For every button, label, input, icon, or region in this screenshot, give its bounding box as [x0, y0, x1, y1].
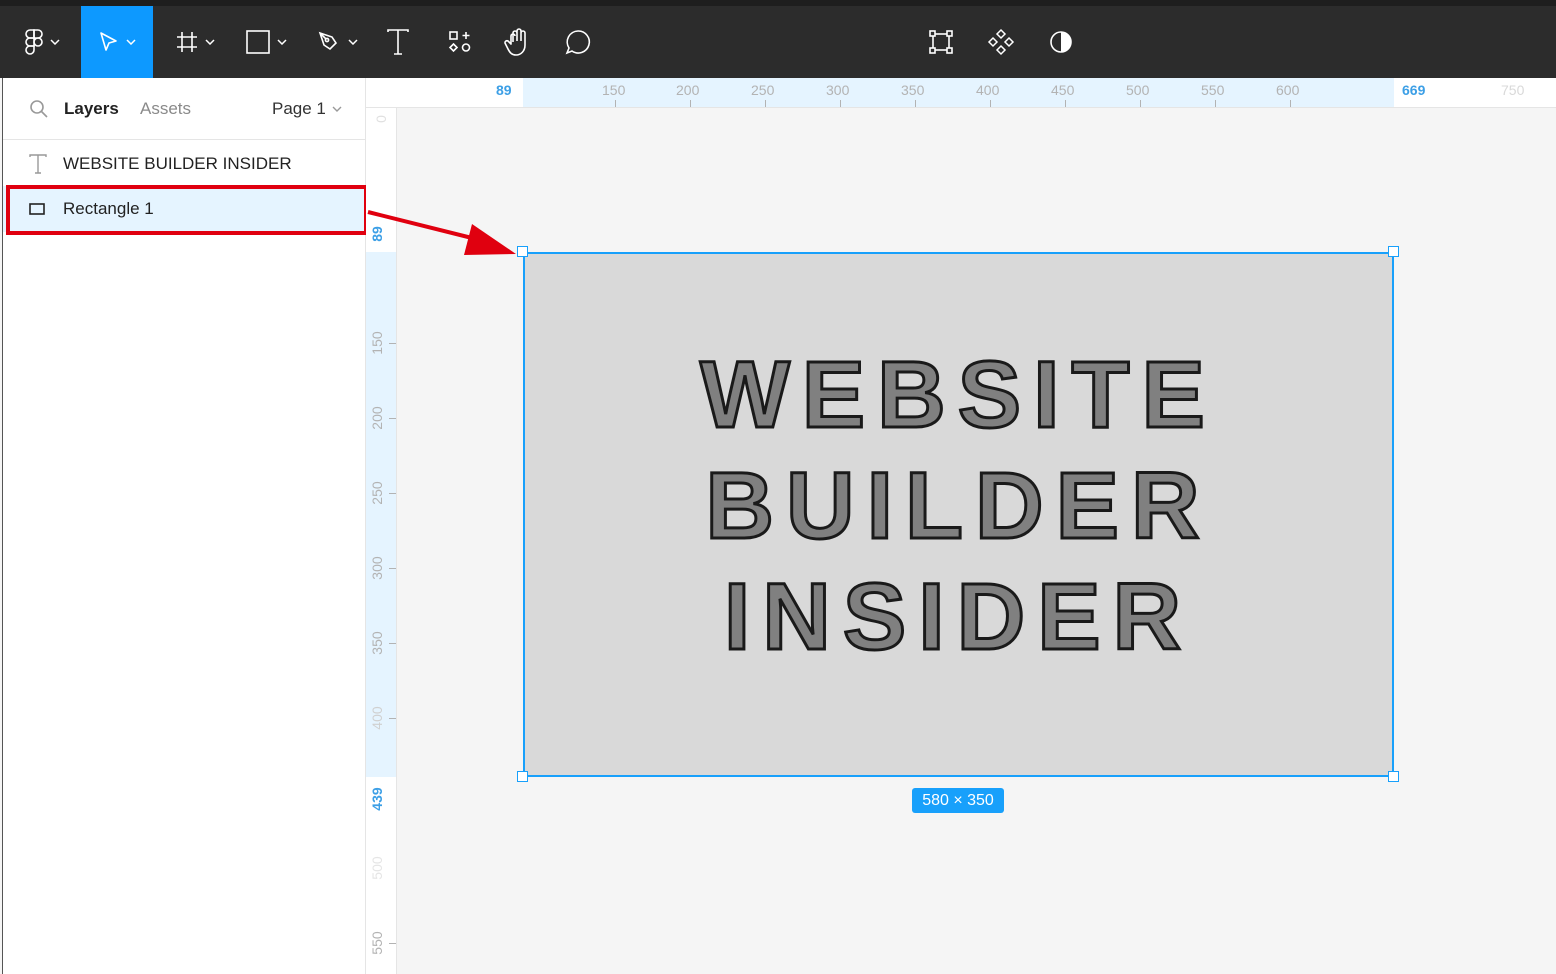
ruler-tick-mark	[1215, 100, 1216, 107]
resize-handle-bottom-right[interactable]	[1388, 771, 1399, 782]
comment-icon	[565, 30, 591, 55]
ruler-tick: 300	[826, 82, 850, 98]
chevron-down-icon	[332, 106, 342, 112]
contrast-icon	[1050, 31, 1072, 53]
ruler-tick: 500	[369, 856, 385, 880]
text-layer-icon	[29, 154, 47, 174]
ruler-tick: 250	[751, 82, 775, 98]
ruler-tick: 350	[369, 631, 385, 655]
text-tool-button[interactable]	[378, 6, 418, 78]
ruler-tick: 500	[1126, 82, 1150, 98]
panel-header: Layers Assets Page 1	[3, 78, 366, 140]
ruler-tick: 300	[369, 556, 385, 580]
chevron-down-icon	[205, 39, 215, 45]
ruler-tick: 400	[369, 706, 385, 730]
resources-tool-button[interactable]	[440, 6, 480, 78]
ruler-tick-mark	[615, 100, 616, 107]
component-button[interactable]	[982, 6, 1020, 78]
ruler-tick: 350	[901, 82, 925, 98]
ruler-tick-mark	[389, 418, 396, 419]
resize-handle-bottom-left[interactable]	[517, 771, 528, 782]
ruler-tick-mark	[690, 100, 691, 107]
chevron-down-icon	[277, 39, 287, 45]
ruler-tick: 600	[1276, 82, 1300, 98]
resources-icon	[448, 31, 471, 53]
component-icon	[987, 28, 1015, 56]
comment-tool-button[interactable]	[558, 6, 598, 78]
transform-icon	[929, 30, 953, 54]
ruler-tick-mark	[1065, 100, 1066, 107]
annotation-highlight-box	[6, 185, 368, 235]
shape-tool-button[interactable]	[236, 6, 296, 78]
page-selector-label: Page 1	[272, 99, 326, 118]
search-icon[interactable]	[29, 99, 49, 119]
ruler-tick: 150	[369, 331, 385, 355]
text-icon	[387, 29, 409, 55]
ruler-tick: 200	[676, 82, 700, 98]
pen-tool-button[interactable]	[308, 6, 366, 78]
figma-app: Layers Assets Page 1 WEBSITE BUILDER INS…	[0, 0, 1556, 974]
ruler-tick: 200	[369, 406, 385, 430]
chevron-down-icon	[126, 39, 136, 45]
chevron-down-icon	[50, 39, 60, 45]
rectangle-icon	[246, 30, 270, 54]
horizontal-ruler: 89 150 200 250 300 350 400 450 500 550 6…	[366, 78, 1556, 108]
ruler-tick-mark	[1140, 100, 1141, 107]
text-line: WEBSITE	[699, 341, 1217, 450]
move-tool-button[interactable]	[81, 6, 153, 78]
ruler-selection-range	[523, 78, 1394, 107]
ruler-tick-mark	[765, 100, 766, 107]
ruler-tick: 550	[369, 931, 385, 955]
ruler-tick: 400	[976, 82, 1000, 98]
ruler-start-label: 89	[496, 82, 512, 98]
tab-assets[interactable]: Assets	[140, 99, 191, 119]
ruler-tick-mark	[840, 100, 841, 107]
layer-label: WEBSITE BUILDER INSIDER	[63, 154, 292, 173]
ruler-tick-mark	[389, 343, 396, 344]
frame-tool-button[interactable]	[166, 6, 224, 78]
ruler-tick-mark	[389, 493, 396, 494]
ruler-tick-mark	[389, 943, 396, 944]
text-line: BUILDER	[704, 452, 1212, 561]
resize-handle-top-right[interactable]	[1388, 246, 1399, 257]
ruler-tick: 150	[602, 82, 626, 98]
ruler-tick: 450	[1051, 82, 1075, 98]
contrast-button[interactable]	[1042, 6, 1080, 78]
ruler-tick-mark	[990, 100, 991, 107]
move-arrow-icon	[100, 32, 117, 51]
tab-layers[interactable]: Layers	[64, 99, 119, 119]
page-selector[interactable]: Page 1	[272, 99, 342, 119]
ruler-tick: 250	[369, 481, 385, 505]
text-line: INSIDER	[722, 563, 1194, 672]
dimension-badge: 580 × 350	[912, 788, 1004, 813]
main-menu-button[interactable]	[10, 6, 74, 78]
ruler-tick: 750	[1501, 82, 1525, 98]
hand-icon	[504, 28, 526, 56]
chevron-down-icon	[348, 39, 358, 45]
ruler-end-label: 669	[1402, 82, 1426, 98]
annotation-arrow-icon	[367, 210, 516, 255]
frame-hash-icon	[177, 32, 197, 52]
hand-tool-button[interactable]	[498, 6, 538, 78]
ruler-tick: 550	[1201, 82, 1225, 98]
ruler-tick-mark	[389, 718, 396, 719]
ruler-end-label: 439	[369, 787, 385, 811]
ruler-tick-mark	[389, 643, 396, 644]
ruler-tick-mark	[915, 100, 916, 107]
figma-logo-icon	[25, 29, 43, 55]
website-builder-insider-text[interactable]: WEBSITE BUILDER INSIDER	[523, 340, 1394, 673]
layers-panel: Layers Assets Page 1 WEBSITE BUILDER INS…	[2, 78, 368, 974]
ruler-tick-mark	[1290, 100, 1291, 107]
ruler-tick: 0	[373, 115, 389, 123]
top-toolbar	[0, 0, 1556, 78]
layer-row-text[interactable]: WEBSITE BUILDER INSIDER	[3, 141, 366, 187]
pen-icon	[318, 31, 338, 51]
transform-button[interactable]	[922, 6, 960, 78]
ruler-tick-mark	[389, 568, 396, 569]
